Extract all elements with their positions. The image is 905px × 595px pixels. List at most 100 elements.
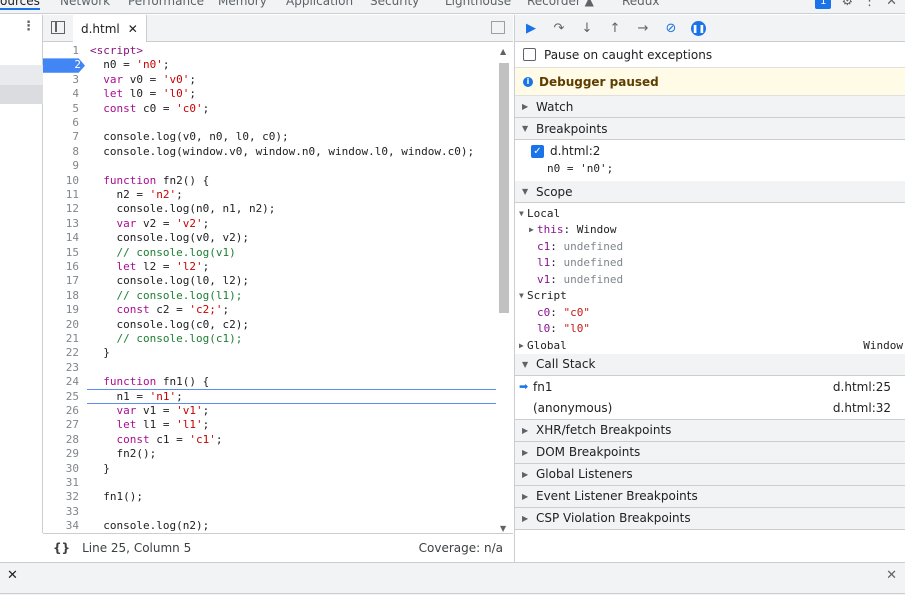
tab-performance[interactable]: Performance bbox=[128, 0, 204, 8]
section-dom-breakpoints[interactable]: ▶ DOM Breakpoints bbox=[515, 441, 905, 464]
code-line[interactable]: console.log(n0, n1, n2); bbox=[90, 202, 275, 216]
code-line[interactable]: const c1 = 'c1'; bbox=[90, 433, 223, 447]
code-line[interactable]: var v1 = 'v1'; bbox=[90, 404, 210, 418]
code-line[interactable]: let l0 = 'l0'; bbox=[90, 87, 196, 101]
scope-global[interactable]: ▶ Global Window bbox=[515, 337, 905, 354]
code-area[interactable]: 1 <script> 2 n0 = 'n0'; 3 var v0 = 'v0'; 4 l… bbox=[43, 42, 513, 538]
code-line[interactable]: } bbox=[90, 346, 110, 360]
line-number[interactable]: 30 bbox=[43, 462, 83, 476]
code-line[interactable]: } bbox=[90, 462, 110, 476]
pretty-print-icon[interactable]: {} bbox=[53, 541, 70, 555]
breakpoint-item[interactable]: ✓ d.html:2 bbox=[515, 140, 905, 162]
code-line[interactable]: // console.log(l1); bbox=[90, 289, 243, 303]
call-frame[interactable]: (anonymous) d.html:32 bbox=[515, 398, 905, 420]
line-number[interactable]: 4 bbox=[43, 87, 83, 101]
code-line[interactable]: let l2 = 'l2'; bbox=[90, 260, 210, 274]
line-number[interactable]: 5 bbox=[43, 102, 83, 116]
section-scope[interactable]: ▼ Scope bbox=[515, 181, 905, 203]
section-event-listener-breakpoints[interactable]: ▶ Event Listener Breakpoints bbox=[515, 485, 905, 508]
scope-var[interactable]: ▶ this: Window bbox=[515, 222, 905, 239]
editor-scrollbar[interactable]: ▲ ▼ bbox=[498, 43, 510, 533]
step-into-icon[interactable]: ↓ bbox=[579, 20, 595, 36]
step-out-icon[interactable]: ↑ bbox=[607, 20, 623, 36]
section-global-listeners[interactable]: ▶ Global Listeners bbox=[515, 463, 905, 486]
line-number[interactable]: 1 bbox=[43, 44, 83, 58]
line-number[interactable]: 13 bbox=[43, 217, 83, 231]
scope-local[interactable]: ▼ Local bbox=[515, 205, 905, 222]
scroll-down-icon[interactable]: ▼ bbox=[500, 524, 506, 533]
line-number[interactable]: 31 bbox=[43, 476, 83, 490]
breakpoint-checkbox[interactable]: ✓ bbox=[531, 144, 544, 158]
scrollbar-thumb[interactable] bbox=[499, 63, 509, 313]
code-line[interactable]: fn1(); bbox=[90, 490, 143, 504]
tab-sources[interactable]: ources bbox=[0, 0, 40, 10]
navigator-item[interactable] bbox=[0, 65, 43, 85]
code-line[interactable]: n2 = 'n2'; bbox=[90, 188, 182, 202]
line-number[interactable]: 29 bbox=[43, 447, 83, 461]
step-icon[interactable]: → bbox=[635, 20, 651, 36]
line-number[interactable]: 11 bbox=[43, 188, 83, 202]
section-csp-violation-breakpoints[interactable]: ▶ CSP Violation Breakpoints bbox=[515, 507, 905, 530]
tab-redux[interactable]: Redux bbox=[622, 0, 660, 8]
gear-icon[interactable]: ⚙ bbox=[841, 0, 853, 9]
code-line[interactable]: console.log(v0, v2); bbox=[90, 231, 248, 245]
tab-security[interactable]: Security bbox=[370, 0, 419, 8]
line-number[interactable]: 8 bbox=[43, 145, 83, 159]
code-line[interactable]: let l1 = 'l1'; bbox=[90, 418, 210, 432]
line-number[interactable]: 9 bbox=[43, 159, 83, 173]
code-line[interactable]: console.log(window.v0, window.n0, window… bbox=[90, 145, 474, 159]
tab-recorder[interactable]: Recorder ▲ bbox=[527, 0, 594, 8]
line-number[interactable]: 32 bbox=[43, 490, 83, 504]
code-line[interactable]: const c0 = 'c0'; bbox=[90, 102, 209, 116]
code-line[interactable]: n0 = 'n0'; bbox=[90, 58, 169, 72]
code-line[interactable]: console.log(l0, l2); bbox=[90, 274, 248, 288]
close-icon[interactable]: ✕ bbox=[886, 568, 897, 583]
code-line[interactable]: // console.log(v1) bbox=[90, 246, 236, 260]
line-number[interactable]: 34 bbox=[43, 519, 83, 533]
scope-var[interactable]: l1: undefined bbox=[515, 255, 905, 272]
line-number[interactable]: 3 bbox=[43, 73, 83, 87]
line-number[interactable]: 28 bbox=[43, 433, 83, 447]
scope-script[interactable]: ▼ Script bbox=[515, 288, 905, 305]
tab-application[interactable]: Application bbox=[286, 0, 353, 8]
line-number[interactable]: 14 bbox=[43, 231, 83, 245]
resume-icon[interactable]: ▶ bbox=[523, 20, 539, 36]
more-options-icon[interactable]: ⋮ bbox=[863, 0, 876, 9]
line-number[interactable]: 17 bbox=[43, 274, 83, 288]
deactivate-breakpoints-icon[interactable]: ⊘ bbox=[663, 20, 679, 36]
code-line[interactable]: var v0 = 'v0'; bbox=[90, 73, 196, 87]
line-number[interactable]: 33 bbox=[43, 505, 83, 519]
line-number[interactable]: 20 bbox=[43, 318, 83, 332]
call-frame[interactable]: ➡ fn1 d.html:25 bbox=[515, 375, 905, 398]
call-frame-location[interactable]: d.html:32 bbox=[833, 401, 891, 415]
tab-memory[interactable]: Memory bbox=[218, 0, 267, 8]
line-number[interactable]: 22 bbox=[43, 346, 83, 360]
line-number[interactable]: 21 bbox=[43, 332, 83, 346]
close-drawer-icon[interactable]: ✕ bbox=[7, 568, 18, 583]
scroll-up-icon[interactable]: ▲ bbox=[500, 47, 506, 56]
code-line[interactable]: console.log(v0, n0, l0, c0); bbox=[90, 130, 288, 144]
more-options-icon[interactable]: ⋮ bbox=[22, 20, 35, 33]
tab-lighthouse[interactable]: Lighthouse bbox=[445, 0, 511, 8]
code-line[interactable]: <script> bbox=[90, 44, 143, 58]
section-call-stack[interactable]: ▼ Call Stack bbox=[515, 353, 905, 376]
issues-badge[interactable]: 1 bbox=[815, 0, 832, 9]
line-number[interactable]: 19 bbox=[43, 303, 83, 317]
section-watch[interactable]: ▶ Watch bbox=[515, 96, 905, 118]
line-number[interactable]: 26 bbox=[43, 404, 83, 418]
line-number[interactable]: 10 bbox=[43, 174, 83, 188]
line-number[interactable]: 25 bbox=[43, 390, 83, 404]
code-line[interactable]: var v2 = 'v2'; bbox=[90, 217, 210, 231]
file-tab[interactable]: d.html ✕ bbox=[73, 15, 147, 42]
breakpoint-marker[interactable]: 2 bbox=[43, 58, 85, 73]
code-line[interactable]: function fn1() { bbox=[90, 375, 209, 389]
line-number[interactable]: 18 bbox=[43, 289, 83, 303]
toggle-debugger-icon[interactable] bbox=[491, 21, 505, 34]
line-number[interactable]: 12 bbox=[43, 202, 83, 216]
line-number[interactable]: 6 bbox=[43, 116, 83, 130]
navigator-item-selected[interactable] bbox=[0, 85, 43, 104]
close-tab-icon[interactable]: ✕ bbox=[128, 22, 138, 36]
toggle-navigator-icon[interactable] bbox=[51, 21, 65, 34]
line-number[interactable]: 27 bbox=[43, 418, 83, 432]
line-number[interactable]: 15 bbox=[43, 246, 83, 260]
